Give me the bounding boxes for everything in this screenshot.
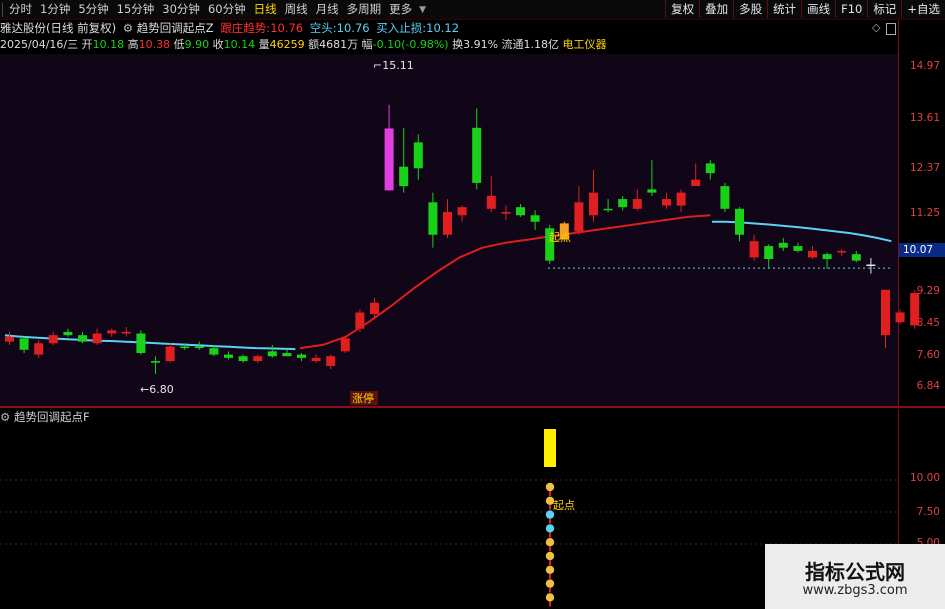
- candle-body: [78, 335, 87, 342]
- candle-body: [866, 264, 876, 267]
- low-annotation: ←6.80: [140, 383, 174, 396]
- candle-body: [107, 330, 117, 334]
- candle-body: [881, 289, 890, 336]
- indicator-marker: [545, 538, 555, 547]
- candle-body: [165, 346, 175, 362]
- candle-body: [851, 254, 861, 261]
- candle-body: [194, 346, 204, 349]
- watermark-url: www.zbgs3.com: [802, 583, 908, 598]
- candle-body: [311, 357, 321, 362]
- candle-body: [705, 163, 715, 174]
- candle-body: [238, 356, 248, 362]
- candle-body: [895, 312, 905, 323]
- candle-body: [5, 336, 14, 342]
- indicator-start-label: 起点: [553, 499, 575, 512]
- candle-body: [910, 293, 920, 326]
- candle-body: [209, 348, 219, 355]
- candle-body: [618, 199, 628, 208]
- candle-body: [413, 142, 423, 169]
- candle-body: [340, 338, 350, 352]
- candle-body: [297, 354, 306, 358]
- candle-body: [749, 241, 759, 258]
- high-annotation: ⌐15.11: [373, 59, 414, 72]
- indicator-bar: [544, 429, 556, 467]
- candle-body: [822, 254, 832, 260]
- candle-body: [384, 128, 394, 191]
- start-annotation: 起点: [549, 231, 571, 244]
- candle-body: [253, 356, 263, 362]
- indicator-marker: [545, 551, 555, 561]
- candle-body: [589, 192, 598, 216]
- candle-body: [662, 199, 671, 206]
- candle-body: [676, 192, 686, 206]
- candle-body: [764, 246, 774, 260]
- candle-body: [19, 338, 29, 350]
- candle-body: [472, 127, 482, 183]
- candle-body: [34, 343, 44, 355]
- candle-body: [501, 212, 511, 214]
- candle-body: [574, 202, 584, 232]
- candle-body: [457, 207, 467, 216]
- candle-body: [370, 302, 379, 315]
- ma-line-left: [4, 334, 296, 351]
- candle-body: [224, 354, 233, 358]
- indicator-marker: [545, 524, 555, 533]
- candle-body: [720, 186, 730, 209]
- chart-svg: ⌐15.11←6.80起点涨停起点: [0, 59, 920, 607]
- candle-body: [632, 199, 642, 209]
- indicator-marker: [545, 579, 555, 588]
- candle-body: [48, 335, 58, 344]
- candle-body: [837, 250, 847, 253]
- candle-body: [63, 331, 73, 336]
- candle-body: [516, 207, 525, 216]
- candle-body: [778, 242, 788, 248]
- candle-body: [691, 179, 701, 187]
- candle-body: [121, 331, 131, 334]
- candle-body: [282, 352, 292, 357]
- watermark-title: 指标公式网: [805, 560, 905, 584]
- candle-body: [180, 346, 190, 349]
- candle-body: [735, 208, 744, 235]
- indicator-marker: [545, 482, 555, 492]
- indicator-marker: [545, 565, 555, 574]
- candle-body: [151, 361, 160, 363]
- limit-up-label: 涨停: [352, 391, 374, 405]
- candle-body: [808, 250, 817, 258]
- candle-body: [92, 333, 102, 344]
- candle-body: [603, 208, 613, 211]
- candle-body: [355, 312, 365, 329]
- candle-body: [530, 215, 540, 222]
- candle-body: [486, 195, 496, 209]
- candle-body: [326, 356, 336, 366]
- candle-body: [267, 351, 277, 357]
- candle-body: [793, 246, 803, 251]
- watermark: 指标公式网 www.zbgs3.com: [765, 544, 945, 609]
- candle-body: [443, 212, 452, 235]
- candle-body: [428, 202, 438, 235]
- candle-body: [399, 166, 409, 187]
- candle-body: [647, 189, 657, 193]
- candle-body: [136, 333, 146, 353]
- indicator-marker: [545, 593, 555, 602]
